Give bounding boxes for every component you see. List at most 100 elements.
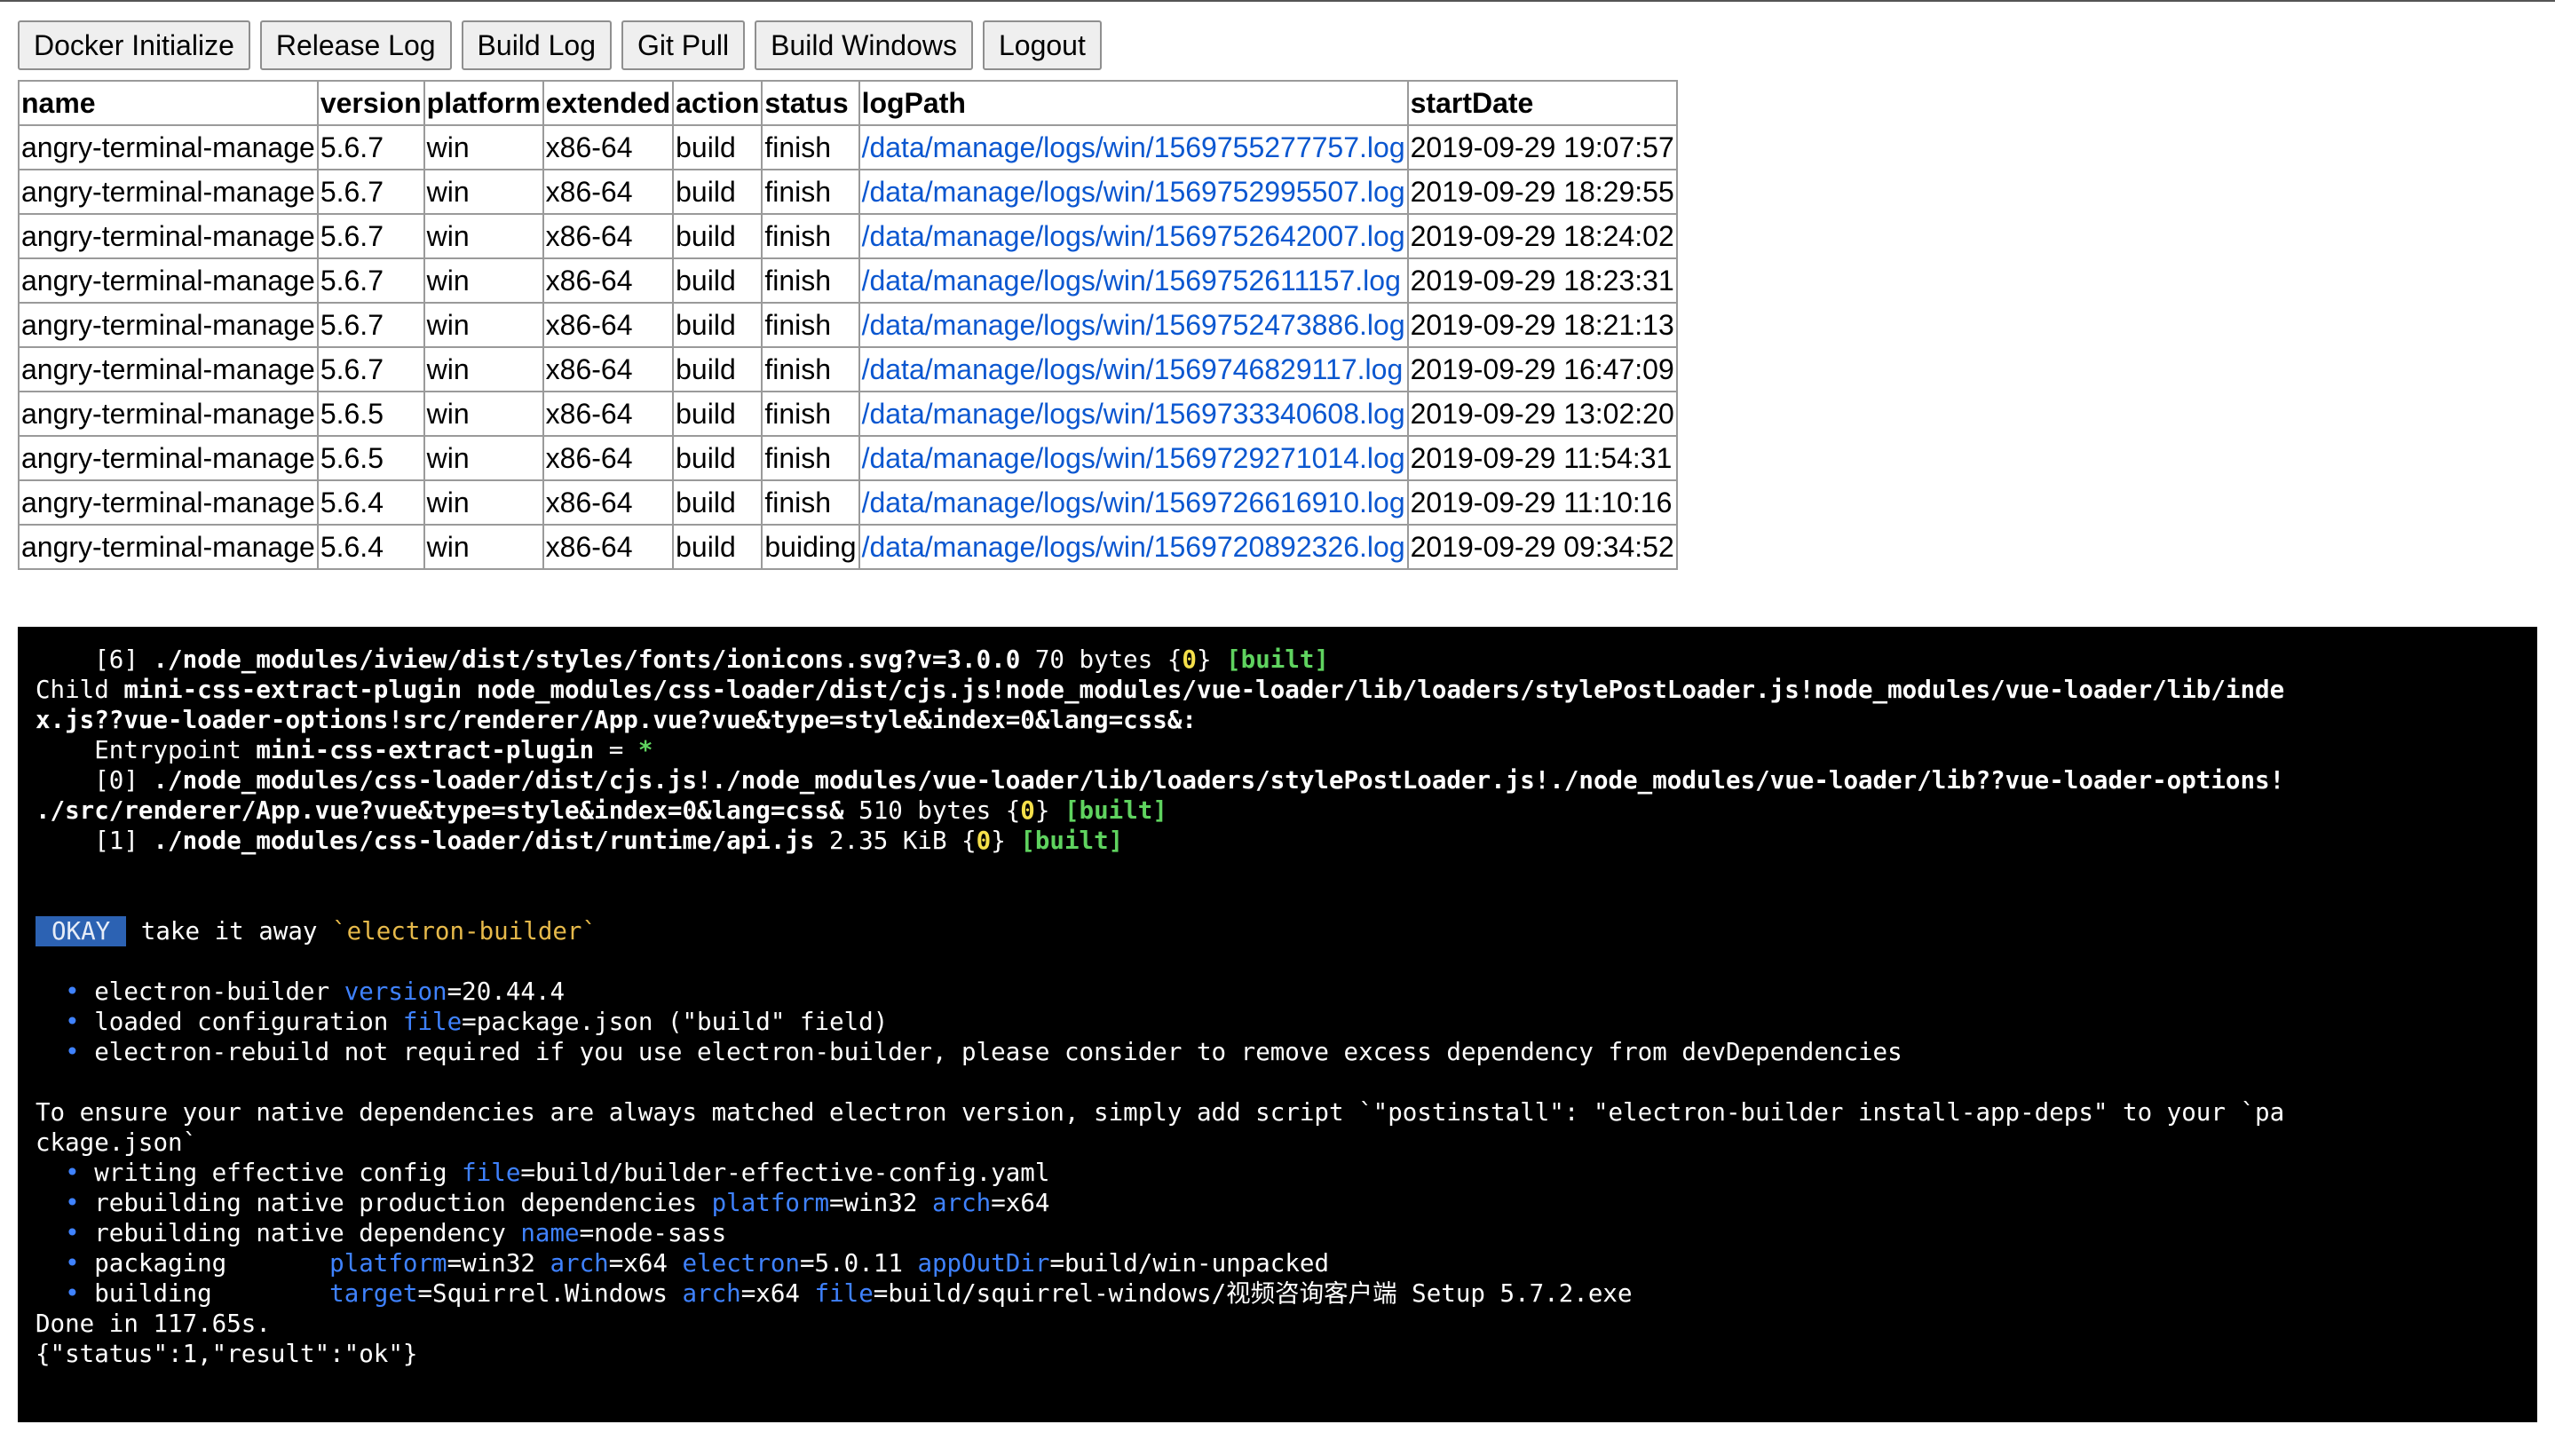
terminal-log-output[interactable]: [6] ./node_modules/iview/dist/styles/fon… [18, 627, 2537, 1422]
cell-version: 5.6.7 [316, 124, 425, 170]
terminal-text: electron-rebuild not required if you use… [94, 1038, 1902, 1066]
cell-extended: x86-64 [542, 124, 675, 170]
table-row: angry-terminal-manage 5.6.7 win x86-64 build… [18, 213, 1678, 259]
terminal-line: Entrypoint mini-css-extract-plugin = * [36, 735, 2519, 765]
build-windows-button[interactable]: Build Windows [755, 20, 973, 70]
cell-name: angry-terminal-manage [18, 479, 319, 526]
cell-action: build [672, 302, 763, 348]
terminal-text: ./node_modules/css-loader/dist/runtime/a… [153, 827, 815, 855]
table-row: angry-terminal-manage 5.6.7 win x86-64 build… [18, 257, 1678, 304]
log-path-link[interactable]: /data/manage/logs/win/1569752473886.log [862, 309, 1405, 341]
log-path-link[interactable]: /data/manage/logs/win/1569752611157.log [862, 265, 1401, 297]
logout-button[interactable]: Logout [982, 20, 1102, 70]
terminal-text: rebuilding native production dependencie… [94, 1189, 712, 1217]
cell-version: 5.6.5 [316, 391, 425, 437]
terminal-text: version [344, 977, 447, 1006]
cell-version: 5.6.4 [316, 479, 425, 526]
cell-logpath: /data/manage/logs/win/1569733340608.log [858, 391, 1409, 437]
cell-logpath: /data/manage/logs/win/1569746829117.log [858, 346, 1409, 392]
terminal-text: =x64 [608, 1249, 683, 1278]
cell-version: 5.6.7 [316, 169, 425, 215]
terminal-text: To ensure your native dependencies are a… [36, 1098, 2285, 1127]
terminal-text: [built] [1226, 645, 1329, 674]
table-header-row: name version platform extended action status l… [18, 80, 1678, 126]
log-path-link[interactable]: /data/manage/logs/win/1569726616910.log [862, 487, 1405, 518]
table-row: angry-terminal-manage 5.6.7 win x86-64 build… [18, 124, 1678, 170]
cell-action: build [672, 213, 763, 259]
terminal-text: 0 [976, 827, 992, 855]
table-row: angry-terminal-manage 5.6.7 win x86-64 build… [18, 169, 1678, 215]
terminal-line: • electron-rebuild not required if you u… [36, 1037, 2519, 1067]
build-table: name version platform extended action status l… [18, 80, 1678, 570]
terminal-text: • [36, 1189, 95, 1217]
terminal-line: {"status":1,"result":"ok"} [36, 1339, 2519, 1369]
terminal-text: mini-css-extract-plugin node_modules/css… [123, 676, 2285, 704]
table-row: angry-terminal-manage 5.6.7 win x86-64 build… [18, 346, 1678, 392]
log-path-link[interactable]: /data/manage/logs/win/1569752995507.log [862, 176, 1405, 208]
cell-platform: win [423, 435, 544, 481]
cell-action: build [672, 524, 763, 570]
cell-action: build [672, 346, 763, 392]
cell-name: angry-terminal-manage [18, 302, 319, 348]
terminal-line: • writing effective config file=build/bu… [36, 1158, 2519, 1188]
terminal-text: • [36, 1008, 95, 1036]
terminal-text: [1] [36, 827, 154, 855]
terminal-text: {"status":1,"result":"ok"} [36, 1340, 418, 1368]
cell-name: angry-terminal-manage [18, 124, 319, 170]
terminal-line: • rebuilding native production dependenc… [36, 1188, 2519, 1218]
terminal-text: ./node_modules/css-loader/dist/cjs.js!./… [153, 766, 2285, 795]
terminal-line: [0] ./node_modules/css-loader/dist/cjs.j… [36, 765, 2519, 795]
terminal-text: 510 bytes { [843, 796, 1021, 825]
terminal-line: [6] ./node_modules/iview/dist/styles/fon… [36, 645, 2519, 675]
cell-startdate: 2019-09-29 18:21:13 [1406, 302, 1678, 348]
terminal-text: =package.json ("build" field) [462, 1008, 889, 1036]
log-path-link[interactable]: /data/manage/logs/win/1569720892326.log [862, 531, 1405, 563]
git-pull-button[interactable]: Git Pull [621, 20, 746, 70]
log-path-link[interactable]: /data/manage/logs/win/1569729271014.log [862, 442, 1405, 474]
window-top-border [0, 0, 2555, 2]
build-log-button[interactable]: Build Log [461, 20, 612, 70]
terminal-text: platform [711, 1189, 830, 1217]
log-path-link[interactable]: /data/manage/logs/win/1569746829117.log [862, 353, 1404, 385]
cell-startdate: 2019-09-29 18:24:02 [1406, 213, 1678, 259]
cell-platform: win [423, 524, 544, 570]
cell-platform: win [423, 346, 544, 392]
terminal-text: ckage.json` [36, 1128, 198, 1157]
log-path-link[interactable]: /data/manage/logs/win/1569733340608.log [862, 398, 1405, 430]
cell-startdate: 2019-09-29 16:47:09 [1406, 346, 1678, 392]
terminal-line: [1] ./node_modules/css-loader/dist/runti… [36, 826, 2519, 856]
table-body: angry-terminal-manage 5.6.7 win x86-64 build… [18, 124, 1678, 570]
cell-logpath: /data/manage/logs/win/1569726616910.log [858, 479, 1409, 526]
docker-initialize-button[interactable]: Docker Initialize [18, 20, 250, 70]
log-path-link[interactable]: /data/manage/logs/win/1569752642007.log [862, 220, 1405, 252]
table-row: angry-terminal-manage 5.6.4 win x86-64 build… [18, 479, 1678, 526]
terminal-line: To ensure your native dependencies are a… [36, 1097, 2519, 1128]
table-row: angry-terminal-manage 5.6.5 win x86-64 build… [18, 435, 1678, 481]
release-log-button[interactable]: Release Log [259, 20, 452, 70]
cell-extended: x86-64 [542, 346, 675, 392]
cell-platform: win [423, 213, 544, 259]
cell-extended: x86-64 [542, 213, 675, 259]
cell-action: build [672, 391, 763, 437]
terminal-text: electron [682, 1249, 800, 1278]
cell-status: finish [761, 124, 860, 170]
column-header-startdate: startDate [1406, 80, 1678, 126]
cell-name: angry-terminal-manage [18, 213, 319, 259]
cell-startdate: 2019-09-29 13:02:20 [1406, 391, 1678, 437]
cell-action: build [672, 169, 763, 215]
cell-extended: x86-64 [542, 169, 675, 215]
terminal-text: Entrypoint [36, 736, 257, 764]
terminal-text: } [1196, 645, 1227, 674]
terminal-text: file [814, 1279, 874, 1308]
column-header-platform: platform [423, 80, 544, 126]
log-path-link[interactable]: /data/manage/logs/win/1569755277757.log [862, 131, 1405, 163]
terminal-text: writing effective config [94, 1159, 463, 1187]
terminal-line: • electron-builder version=20.44.4 [36, 977, 2519, 1007]
terminal-text: electron-builder [94, 977, 344, 1006]
terminal-text: 0 [1020, 796, 1035, 825]
cell-logpath: /data/manage/logs/win/1569755277757.log [858, 124, 1409, 170]
terminal-text: loaded configuration [94, 1008, 403, 1036]
cell-extended: x86-64 [542, 479, 675, 526]
cell-status: finish [761, 302, 860, 348]
